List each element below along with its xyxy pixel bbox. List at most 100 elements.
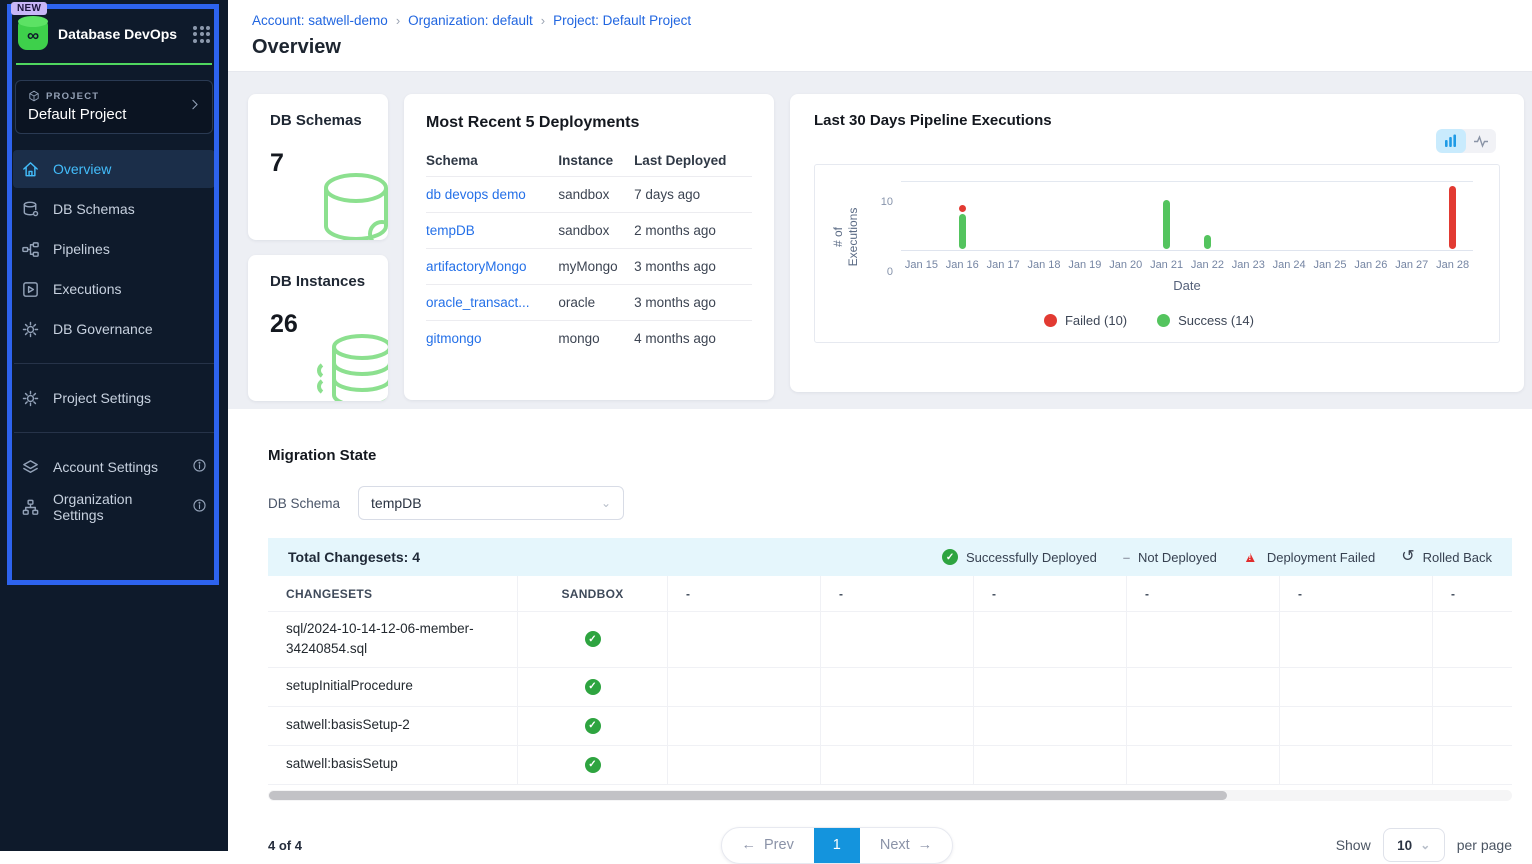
legend-item: ↺ Rolled Back <box>1401 549 1492 565</box>
x-tick-label: Jan 22 <box>1187 259 1228 271</box>
schema-link[interactable]: gitmongo <box>426 331 482 346</box>
sidebar-item-overview[interactable]: Overview <box>13 150 215 188</box>
changeset-row: sql/2024-10-14-12-06-member-34240854.sql… <box>268 612 1512 668</box>
scrollbar-thumb[interactable] <box>269 791 1227 800</box>
x-tick-label: Jan 18 <box>1024 259 1065 271</box>
migration-state-section: Migration State DB Schema tempDB ⌄ Total… <box>228 409 1532 864</box>
db-schemas-stat-card: DB Schemas 7 <box>248 94 388 240</box>
col-schema: Schema <box>426 144 558 177</box>
sidebar-item-db-schemas[interactable]: DB Schemas <box>13 190 215 228</box>
chart-plot-area <box>901 181 1473 251</box>
breadcrumb-account-link[interactable]: Account: satwell-demo <box>252 13 388 28</box>
x-tick-label: Jan 26 <box>1350 259 1391 271</box>
legend-item: – Not Deployed <box>1123 550 1217 565</box>
chart-legend: Failed (10)Success (14) <box>825 313 1473 328</box>
brand-divider <box>16 63 212 65</box>
main-content: Account: satwell-demo › Organization: de… <box>228 0 1532 851</box>
chevron-right-icon <box>188 98 202 117</box>
deployments-table: Schema Instance Last Deployed db devops … <box>426 144 752 356</box>
legend-dot-icon <box>1157 314 1170 327</box>
changeset-row: satwell:basisSetup ✓ <box>268 746 1512 785</box>
success-icon: ✓ <box>585 718 601 734</box>
changesets-table: Total Changesets: 4 ✓ Successfully Deplo… <box>268 538 1512 864</box>
rollback-arrow-icon: ↺ <box>1401 549 1414 565</box>
database-icon <box>21 200 40 219</box>
schema-link[interactable]: oracle_transact... <box>426 295 530 310</box>
changesets-header-row: CHANGESETS SANDBOX - - - - - - <box>268 576 1512 612</box>
chart-bar-slot <box>1391 182 1432 250</box>
pipeline-icon <box>21 240 40 259</box>
info-icon[interactable] <box>192 498 207 516</box>
project-label-row: PROJECT <box>28 90 200 102</box>
gear-icon <box>21 389 40 408</box>
x-tick-label: Jan 28 <box>1432 259 1473 271</box>
chart-bar-slot <box>983 182 1024 250</box>
bar-chart-toggle[interactable] <box>1436 129 1466 153</box>
changeset-name: setupInitialProcedure <box>268 668 518 706</box>
chart-bar-slot <box>1105 182 1146 250</box>
org-chart-gear-icon <box>21 498 40 517</box>
breadcrumb-organization-link[interactable]: Organization: default <box>408 13 533 28</box>
bar-chart-icon <box>1444 134 1459 148</box>
changeset-name: sql/2024-10-14-12-06-member-34240854.sql <box>268 612 518 667</box>
nav-divider <box>14 432 214 433</box>
check-circle-icon: ✓ <box>942 549 958 565</box>
pipeline-chart: # of Executions 10 0 Jan 15Jan 16Jan 17J… <box>814 164 1500 343</box>
db-schema-select[interactable]: tempDB ⌄ <box>358 486 624 520</box>
chart-bar-slot <box>1146 182 1187 250</box>
legend-dot-icon <box>1044 314 1057 327</box>
x-tick-label: Jan 23 <box>1228 259 1269 271</box>
success-icon: ✓ <box>585 757 601 773</box>
schema-link[interactable]: artifactoryMongo <box>426 259 527 274</box>
stat-label: DB Instances <box>270 273 388 290</box>
y-tick: 10 <box>881 196 893 208</box>
next-page-button[interactable]: Next → <box>860 828 952 863</box>
line-chart-toggle[interactable] <box>1466 129 1496 153</box>
db-schema-label: DB Schema <box>268 496 340 511</box>
database-art-icon <box>310 164 388 240</box>
success-icon: ✓ <box>585 631 601 647</box>
sidebar-item-account-settings[interactable]: Account Settings <box>13 448 215 486</box>
stats-column: DB Schemas 7 DB Instances 26 <box>248 94 388 401</box>
home-icon <box>21 160 40 179</box>
page-title: Overview <box>252 36 1508 59</box>
status-legend: ✓ Successfully Deployed – Not Deployed ▲… <box>942 549 1492 565</box>
schema-link[interactable]: tempDB <box>426 223 475 238</box>
pagination: 4 of 4 ← Prev 1 Next → <box>268 827 1512 864</box>
table-row: tempDB sandbox 2 months ago <box>426 213 752 249</box>
nav-divider <box>14 363 214 364</box>
sidebar-item-executions[interactable]: Executions <box>13 270 215 308</box>
current-page-button[interactable]: 1 <box>814 828 860 863</box>
card-title: Most Recent 5 Deployments <box>426 114 752 132</box>
dash-icon: – <box>1123 550 1130 565</box>
x-tick-labels: Jan 15Jan 16Jan 17Jan 18Jan 19Jan 20Jan … <box>901 259 1473 271</box>
changeset-name: satwell:basisSetup-2 <box>268 707 518 745</box>
x-tick-label: Jan 25 <box>1310 259 1351 271</box>
sidebar-item-db-governance[interactable]: DB Governance <box>13 310 215 348</box>
card-title: Last 30 Days Pipeline Executions <box>814 112 1500 129</box>
prev-page-button[interactable]: ← Prev <box>722 828 814 863</box>
table-row: gitmongo mongo 4 months ago <box>426 321 752 357</box>
play-square-icon <box>21 280 40 299</box>
sidebar-item-pipelines[interactable]: Pipelines <box>13 230 215 268</box>
info-icon[interactable] <box>192 458 207 476</box>
page-size-select[interactable]: 10 ⌄ <box>1383 828 1445 862</box>
schema-link[interactable]: db devops demo <box>426 187 526 202</box>
horizontal-scrollbar[interactable] <box>268 790 1512 801</box>
project-selector[interactable]: PROJECT Default Project <box>15 80 213 134</box>
changeset-name: satwell:basisSetup <box>268 746 518 784</box>
breadcrumb-project-link[interactable]: Project: Default Project <box>553 13 691 28</box>
bar-segment <box>1204 235 1211 249</box>
x-tick-label: Jan 21 <box>1146 259 1187 271</box>
sidebar-item-organization-settings[interactable]: Organization Settings <box>13 488 215 526</box>
sidebar: NEW ∞ Database DevOps PROJECT Default Pr… <box>0 0 228 851</box>
chart-bar-slot <box>1269 182 1310 250</box>
chevron-down-icon: ⌄ <box>1420 838 1430 852</box>
sidebar-item-project-settings[interactable]: Project Settings <box>13 379 215 417</box>
breadcrumb: Account: satwell-demo › Organization: de… <box>252 13 1508 28</box>
project-name: Default Project <box>28 106 200 123</box>
app-grid-icon[interactable] <box>193 26 210 43</box>
chart-type-toggle <box>1436 129 1496 153</box>
x-tick-label: Jan 27 <box>1391 259 1432 271</box>
bar-segment <box>959 214 966 249</box>
